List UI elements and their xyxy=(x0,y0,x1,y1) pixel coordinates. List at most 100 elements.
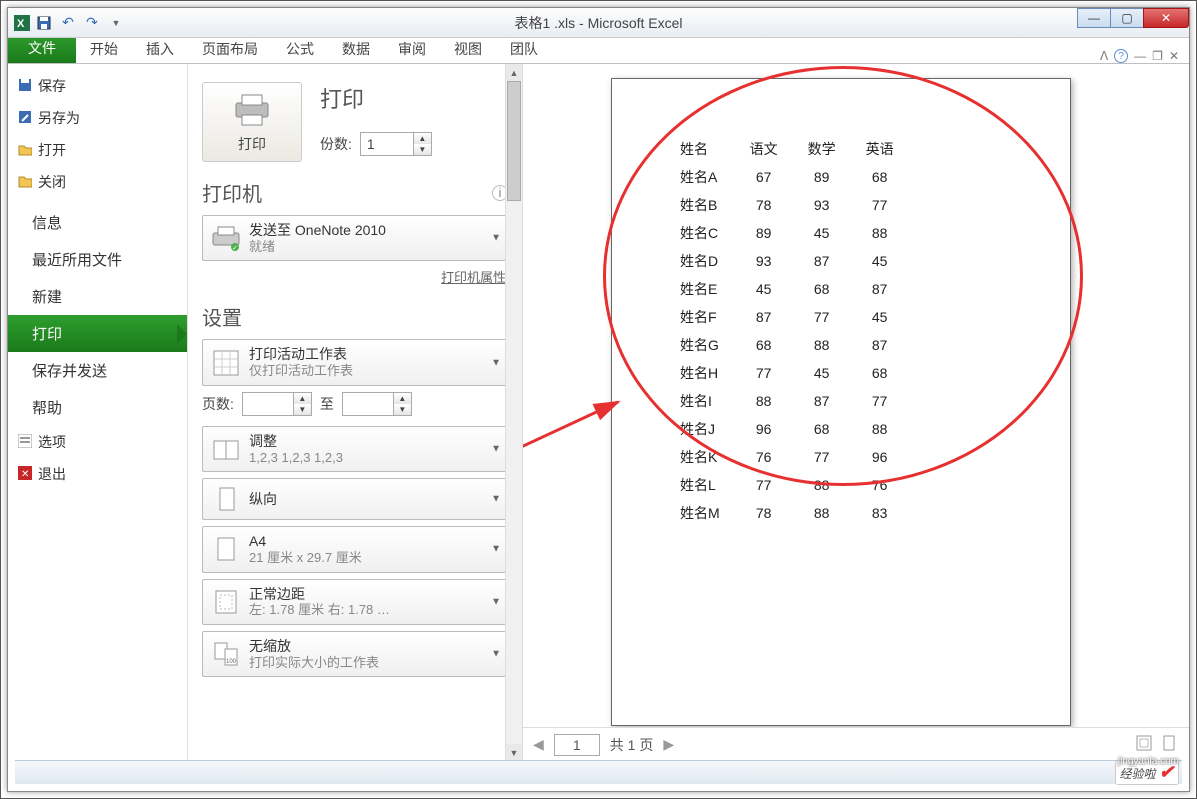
tab-data[interactable]: 数据 xyxy=(328,35,384,63)
close-button[interactable]: ✕ xyxy=(1143,8,1189,28)
prev-page-icon[interactable]: ◀ xyxy=(533,736,544,753)
table-header: 英语 xyxy=(858,135,916,163)
printer-properties-link[interactable]: 打印机属性 xyxy=(204,267,506,286)
open-icon xyxy=(18,142,34,158)
table-row: 姓名F877745 xyxy=(672,303,916,331)
printer-select[interactable]: ✓ 发送至 OneNote 2010就绪 ▼ xyxy=(202,215,508,261)
chevron-down-icon: ▼ xyxy=(491,494,501,505)
scroll-down-icon[interactable]: ▼ xyxy=(506,744,522,761)
table-row: 姓名J966888 xyxy=(672,415,916,443)
pages-label: 页数: xyxy=(202,394,234,414)
table-row: 姓名C894588 xyxy=(672,219,916,247)
save-as-icon xyxy=(18,110,34,126)
help-icon[interactable]: ? xyxy=(1114,49,1128,63)
titlebar: X ↶ ↷ ▼ 表格1 .xls - Microsoft Excel ― ▢ ✕ xyxy=(8,8,1189,38)
tab-insert[interactable]: 插入 xyxy=(132,35,188,63)
table-row: 姓名G688887 xyxy=(672,331,916,359)
chevron-down-icon: ▼ xyxy=(491,649,501,660)
tab-layout[interactable]: 页面布局 xyxy=(188,35,272,63)
portrait-icon xyxy=(211,485,241,513)
minimize-button[interactable]: ― xyxy=(1077,8,1111,28)
spin-up-icon[interactable]: ▲ xyxy=(414,133,431,144)
options-icon xyxy=(18,434,34,450)
tab-review[interactable]: 审阅 xyxy=(384,35,440,63)
doc-restore-icon[interactable]: ❐ xyxy=(1152,49,1163,63)
tab-team[interactable]: 团队 xyxy=(496,35,552,63)
nav-print[interactable]: 打印 xyxy=(8,315,187,352)
pages-to-input[interactable]: ▲▼ xyxy=(342,392,412,416)
scale-icon: 100 xyxy=(211,640,241,668)
preview-page: 姓名语文数学英语 姓名A678968姓名B789377姓名C894588姓名D9… xyxy=(611,78,1071,726)
nav-options[interactable]: 选项 xyxy=(8,426,187,458)
print-button-label: 打印 xyxy=(238,134,266,154)
maximize-button[interactable]: ▢ xyxy=(1110,8,1144,28)
table-row: 姓名H774568 xyxy=(672,359,916,387)
doc-minimize-icon[interactable]: ― xyxy=(1134,49,1146,63)
scroll-up-icon[interactable]: ▲ xyxy=(506,64,522,81)
margins-select[interactable]: 正常边距左: 1.78 厘米 右: 1.78 … ▼ xyxy=(202,579,508,625)
nav-save-as[interactable]: 另存为 xyxy=(8,102,187,134)
statusbar xyxy=(15,760,1182,784)
pages-to-label: 至 xyxy=(320,394,334,414)
settings-section-header: 设置 xyxy=(202,302,242,331)
qat-customize-icon[interactable]: ▼ xyxy=(106,13,126,33)
print-button[interactable]: 打印 xyxy=(202,82,302,162)
zoom-to-page-icon[interactable] xyxy=(1161,734,1179,755)
chevron-down-icon: ▼ xyxy=(491,544,501,555)
chevron-down-icon: ▼ xyxy=(491,357,501,368)
svg-text:✕: ✕ xyxy=(21,469,29,480)
show-margins-icon[interactable] xyxy=(1135,734,1153,755)
nav-help[interactable]: 帮助 xyxy=(8,389,187,426)
tab-formulas[interactable]: 公式 xyxy=(272,35,328,63)
app-icon: X xyxy=(14,15,30,31)
nav-save[interactable]: 保存 xyxy=(8,70,187,102)
settings-scrollbar[interactable]: ▲ ▼ xyxy=(505,64,522,761)
printer-icon xyxy=(232,91,272,130)
undo-icon[interactable]: ↶ xyxy=(58,13,78,33)
nav-save-send[interactable]: 保存并发送 xyxy=(8,352,187,389)
doc-close-icon[interactable]: ✕ xyxy=(1169,49,1179,63)
table-row: 姓名L778876 xyxy=(672,471,916,499)
current-page-input[interactable]: 1 xyxy=(554,734,600,756)
copies-input[interactable]: 1 ▲▼ xyxy=(360,132,432,156)
tab-home[interactable]: 开始 xyxy=(76,35,132,63)
redo-icon[interactable]: ↷ xyxy=(82,13,102,33)
nav-exit[interactable]: ✕退出 xyxy=(8,458,187,490)
paper-size-select[interactable]: A421 厘米 x 29.7 厘米 ▼ xyxy=(202,526,508,572)
table-row: 姓名I888777 xyxy=(672,387,916,415)
svg-text:X: X xyxy=(17,18,25,30)
spin-down-icon[interactable]: ▼ xyxy=(414,144,431,155)
save-icon xyxy=(18,78,34,94)
sheet-icon xyxy=(211,349,241,377)
next-page-icon[interactable]: ▶ xyxy=(663,736,674,753)
ribbon-tabs: 文件 开始 插入 页面布局 公式 数据 审阅 视图 团队 ᐱ ? ― ❐ ✕ xyxy=(8,38,1189,64)
nav-recent[interactable]: 最近所用文件 xyxy=(8,241,187,278)
printer-name: 发送至 OneNote 2010 xyxy=(249,222,386,239)
collate-select[interactable]: 调整1,2,3 1,2,3 1,2,3 ▼ xyxy=(202,426,508,472)
svg-text:100: 100 xyxy=(226,659,237,665)
scroll-thumb[interactable] xyxy=(507,81,521,201)
print-settings-pane: 打印 打印 份数: 1 ▲▼ 打印机 xyxy=(188,64,523,761)
collate-icon xyxy=(211,435,241,463)
table-row: 姓名E456887 xyxy=(672,275,916,303)
scaling-select[interactable]: 100 无缩放打印实际大小的工作表 ▼ xyxy=(202,631,508,677)
save-icon[interactable] xyxy=(34,13,54,33)
margins-icon xyxy=(211,588,241,616)
printer-section-header: 打印机 xyxy=(202,178,262,207)
pages-from-input[interactable]: ▲▼ xyxy=(242,392,312,416)
tab-view[interactable]: 视图 xyxy=(440,35,496,63)
table-row: 姓名M788883 xyxy=(672,499,916,527)
nav-info[interactable]: 信息 xyxy=(8,204,187,241)
nav-new[interactable]: 新建 xyxy=(8,278,187,315)
nav-close[interactable]: 关闭 xyxy=(8,166,187,198)
table-header: 数学 xyxy=(800,135,858,163)
page-total-label: 共 1 页 xyxy=(610,735,654,755)
ribbon-minimize-icon[interactable]: ᐱ xyxy=(1100,49,1108,63)
table-row: 姓名B789377 xyxy=(672,191,916,219)
print-preview-pane: 姓名语文数学英语 姓名A678968姓名B789377姓名C894588姓名D9… xyxy=(523,64,1189,761)
print-scope-select[interactable]: 打印活动工作表仅打印活动工作表 ▼ xyxy=(202,339,508,385)
table-row: 姓名K767796 xyxy=(672,443,916,471)
orientation-select[interactable]: 纵向 ▼ xyxy=(202,478,508,520)
nav-open[interactable]: 打开 xyxy=(8,134,187,166)
table-row: 姓名A678968 xyxy=(672,163,916,191)
